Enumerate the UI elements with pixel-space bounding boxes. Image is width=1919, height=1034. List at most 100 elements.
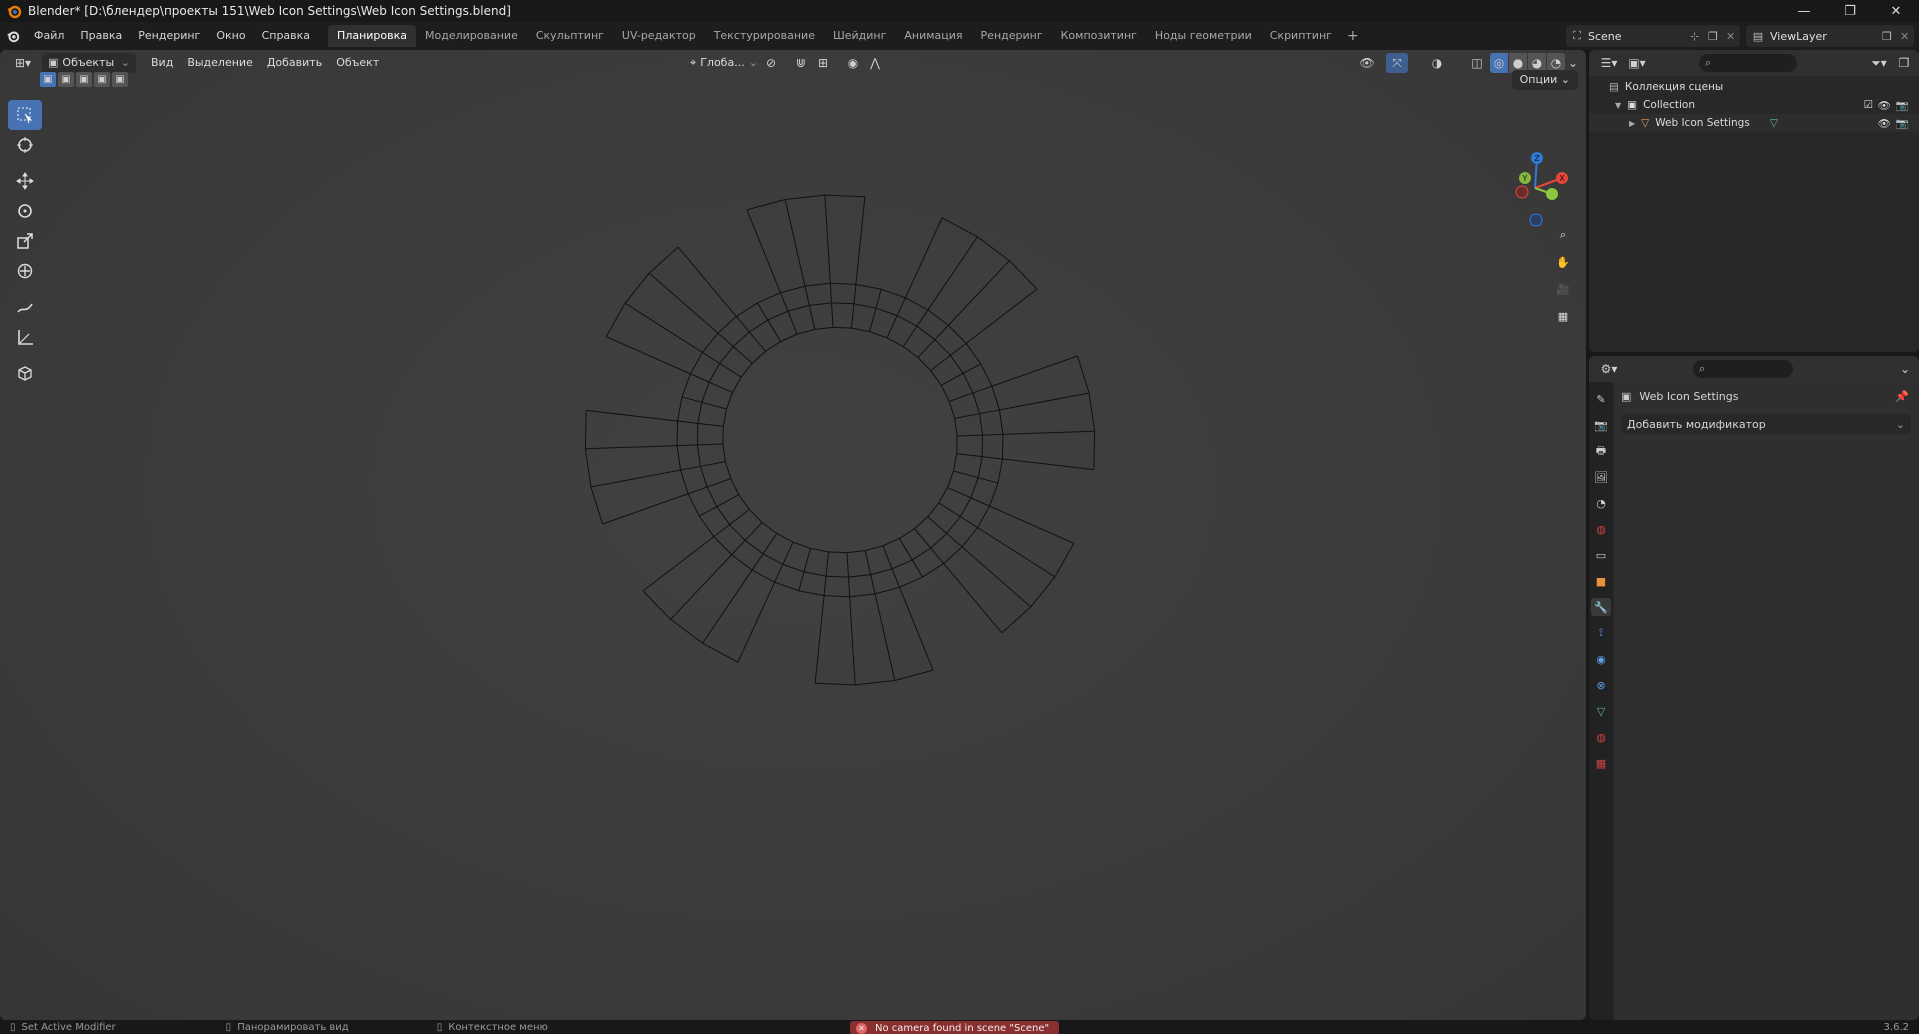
chevron-down-icon[interactable]: ⌄ [1895,359,1915,379]
mesh-edge [810,547,829,553]
camera-render-icon[interactable]: 📷 [1896,117,1909,130]
output-tab-icon[interactable]: 🖶 [1591,442,1611,460]
minimize-button[interactable]: — [1781,0,1827,22]
tab-uv-editing[interactable]: UV-редактор [613,25,705,47]
new-view-layer-icon[interactable]: ❐ [1882,30,1900,43]
collection-tab-icon[interactable]: ▭ [1591,546,1611,564]
add-modifier-dropdown[interactable]: Добавить модификатор ⌄ [1621,414,1911,434]
camera-render-icon[interactable]: 📷 [1896,99,1909,112]
error-icon: ✕ [856,1022,867,1034]
modifier-tab-icon[interactable]: 🔧 [1591,598,1611,616]
menu-file[interactable]: Файл [26,26,72,46]
tab-texture-paint[interactable]: Текстурирование [705,25,824,47]
mesh-edge [780,285,806,294]
new-collection-icon[interactable]: ❐ [1893,53,1915,73]
blender-menu-icon[interactable] [0,29,26,43]
delete-scene-icon[interactable]: ✕ [1726,30,1740,43]
world-tab-icon[interactable]: ◍ [1591,520,1611,538]
tab-shading[interactable]: Шейдинг [824,25,895,47]
mesh-edge [947,470,955,488]
mesh-edge [894,669,934,681]
mesh-edge [950,342,967,356]
outliner-search-input[interactable]: ⌕ [1699,54,1797,72]
data-tab-icon[interactable]: ▽ [1591,702,1611,720]
mesh-edge [586,409,678,422]
tab-rendering[interactable]: Рендеринг [972,25,1052,47]
restore-button[interactable]: ❐ [1827,0,1873,22]
properties-search-input[interactable]: ⌕ [1693,360,1793,378]
mesh-edge [940,385,950,402]
mesh-edge [902,325,918,347]
tab-modeling[interactable]: Моделирование [416,25,527,47]
mesh-edge [886,337,904,347]
view-layer-tab-icon[interactable]: 🖼 [1591,468,1611,486]
warning-report[interactable]: ✕ No camera found in scene "Scene" [850,1021,1060,1034]
pin-icon[interactable]: 📌 [1895,390,1909,403]
outliner-row-scene-collection[interactable]: ▤ Коллекция сцены [1589,78,1919,96]
display-mode-icon[interactable]: ▣▾ [1623,53,1651,73]
scene-icon: ⛶ [1573,29,1581,42]
tool-tab-icon[interactable]: ✎ [1591,390,1611,408]
mesh-edge [730,478,740,495]
tab-layout[interactable]: Планировка [328,25,417,47]
mesh-edge [824,194,865,198]
mesh-edge [914,516,929,530]
3d-viewport[interactable]: ⊞▾ ▣ Объекты ⌄ Вид Выделение Добавить Об… [0,50,1586,1020]
tab-geometry-nodes[interactable]: Ноды геометрии [1146,25,1261,47]
mesh-edge [1008,260,1038,290]
new-scene-icon[interactable]: ❐ [1708,30,1726,43]
mesh-edge [999,392,1090,411]
delete-view-layer-icon[interactable]: ✕ [1900,30,1914,43]
pin-icon[interactable]: ⊹ [1690,30,1708,43]
menu-render[interactable]: Рендеринг [130,26,208,46]
physics-tab-icon[interactable]: ◉ [1591,650,1611,668]
tab-sculpting[interactable]: Скульптинг [527,25,613,47]
material-tab-icon[interactable]: ◍ [1591,728,1611,746]
tab-compositing[interactable]: Композитинг [1052,25,1146,47]
filter-icon[interactable]: ⏷▾ [1865,53,1893,73]
outliner-row-object[interactable]: ▶ ▽ Web Icon Settings ▽ 👁 📷 [1589,114,1919,132]
particles-tab-icon[interactable]: ⟟ [1591,624,1611,642]
mesh-edge [680,469,689,494]
warning-text: No camera found in scene "Scene" [875,1022,1050,1034]
object-tab-icon[interactable]: ■ [1591,572,1611,590]
checkbox-icon[interactable]: ☑ [1864,99,1873,111]
scene-tab-icon[interactable]: ◔ [1591,494,1611,512]
mesh-edge [930,547,945,564]
mesh-edge [962,373,974,394]
mesh-edge [749,319,768,333]
mesh-edge [797,328,815,335]
scene-selector[interactable]: ⛶ Scene ⊹ ❐ ✕ [1566,25,1740,47]
menu-help[interactable]: Справка [254,26,318,46]
properties-editor-type-icon[interactable]: ⚙▾ [1595,359,1623,379]
outliner-editor-type-icon[interactable]: ☰▾ [1595,53,1623,73]
render-tab-icon[interactable]: 📷 [1591,416,1611,434]
tab-animation[interactable]: Анимация [895,25,971,47]
eye-icon[interactable]: 👁 [1878,117,1891,130]
window-title: Blender* [D:\блендер\проекты 151\Web Ico… [28,4,511,18]
eye-icon[interactable]: 👁 [1878,99,1891,112]
scene-collection-icon: ▤ [1609,81,1619,93]
outliner-row-collection[interactable]: ▼ ▣ Collection ☑ 👁 📷 [1589,96,1919,114]
texture-tab-icon[interactable]: ▦ [1591,754,1611,772]
mesh-edge [676,445,682,471]
gear-wireframe-mesh[interactable] [0,50,1586,1020]
add-workspace-button[interactable]: + [1341,28,1365,44]
mesh-edge [725,392,733,410]
menu-edit[interactable]: Правка [72,26,130,46]
mesh-edge [748,509,763,523]
collapse-arrow-icon[interactable]: ▶ [1629,119,1635,128]
mesh-edge [735,316,750,333]
constraints-tab-icon[interactable]: ⊗ [1591,676,1611,694]
mesh-edge [670,554,732,620]
mesh-edge [954,413,980,419]
mesh-data-icon[interactable]: ▽ [1770,117,1778,129]
menu-window[interactable]: Окно [208,26,253,46]
mesh-edge [784,199,806,287]
mesh-edge [1088,392,1096,432]
view-layer-selector[interactable]: ▤ ViewLayer ❐ ✕ [1746,25,1914,47]
outliner-header: ☰▾ ▣▾ ⌕ ⏷▾ ❐ [1589,50,1919,76]
close-button[interactable]: ✕ [1873,0,1919,22]
expand-arrow-icon[interactable]: ▼ [1615,101,1621,110]
tab-scripting[interactable]: Скриптинг [1261,25,1341,47]
